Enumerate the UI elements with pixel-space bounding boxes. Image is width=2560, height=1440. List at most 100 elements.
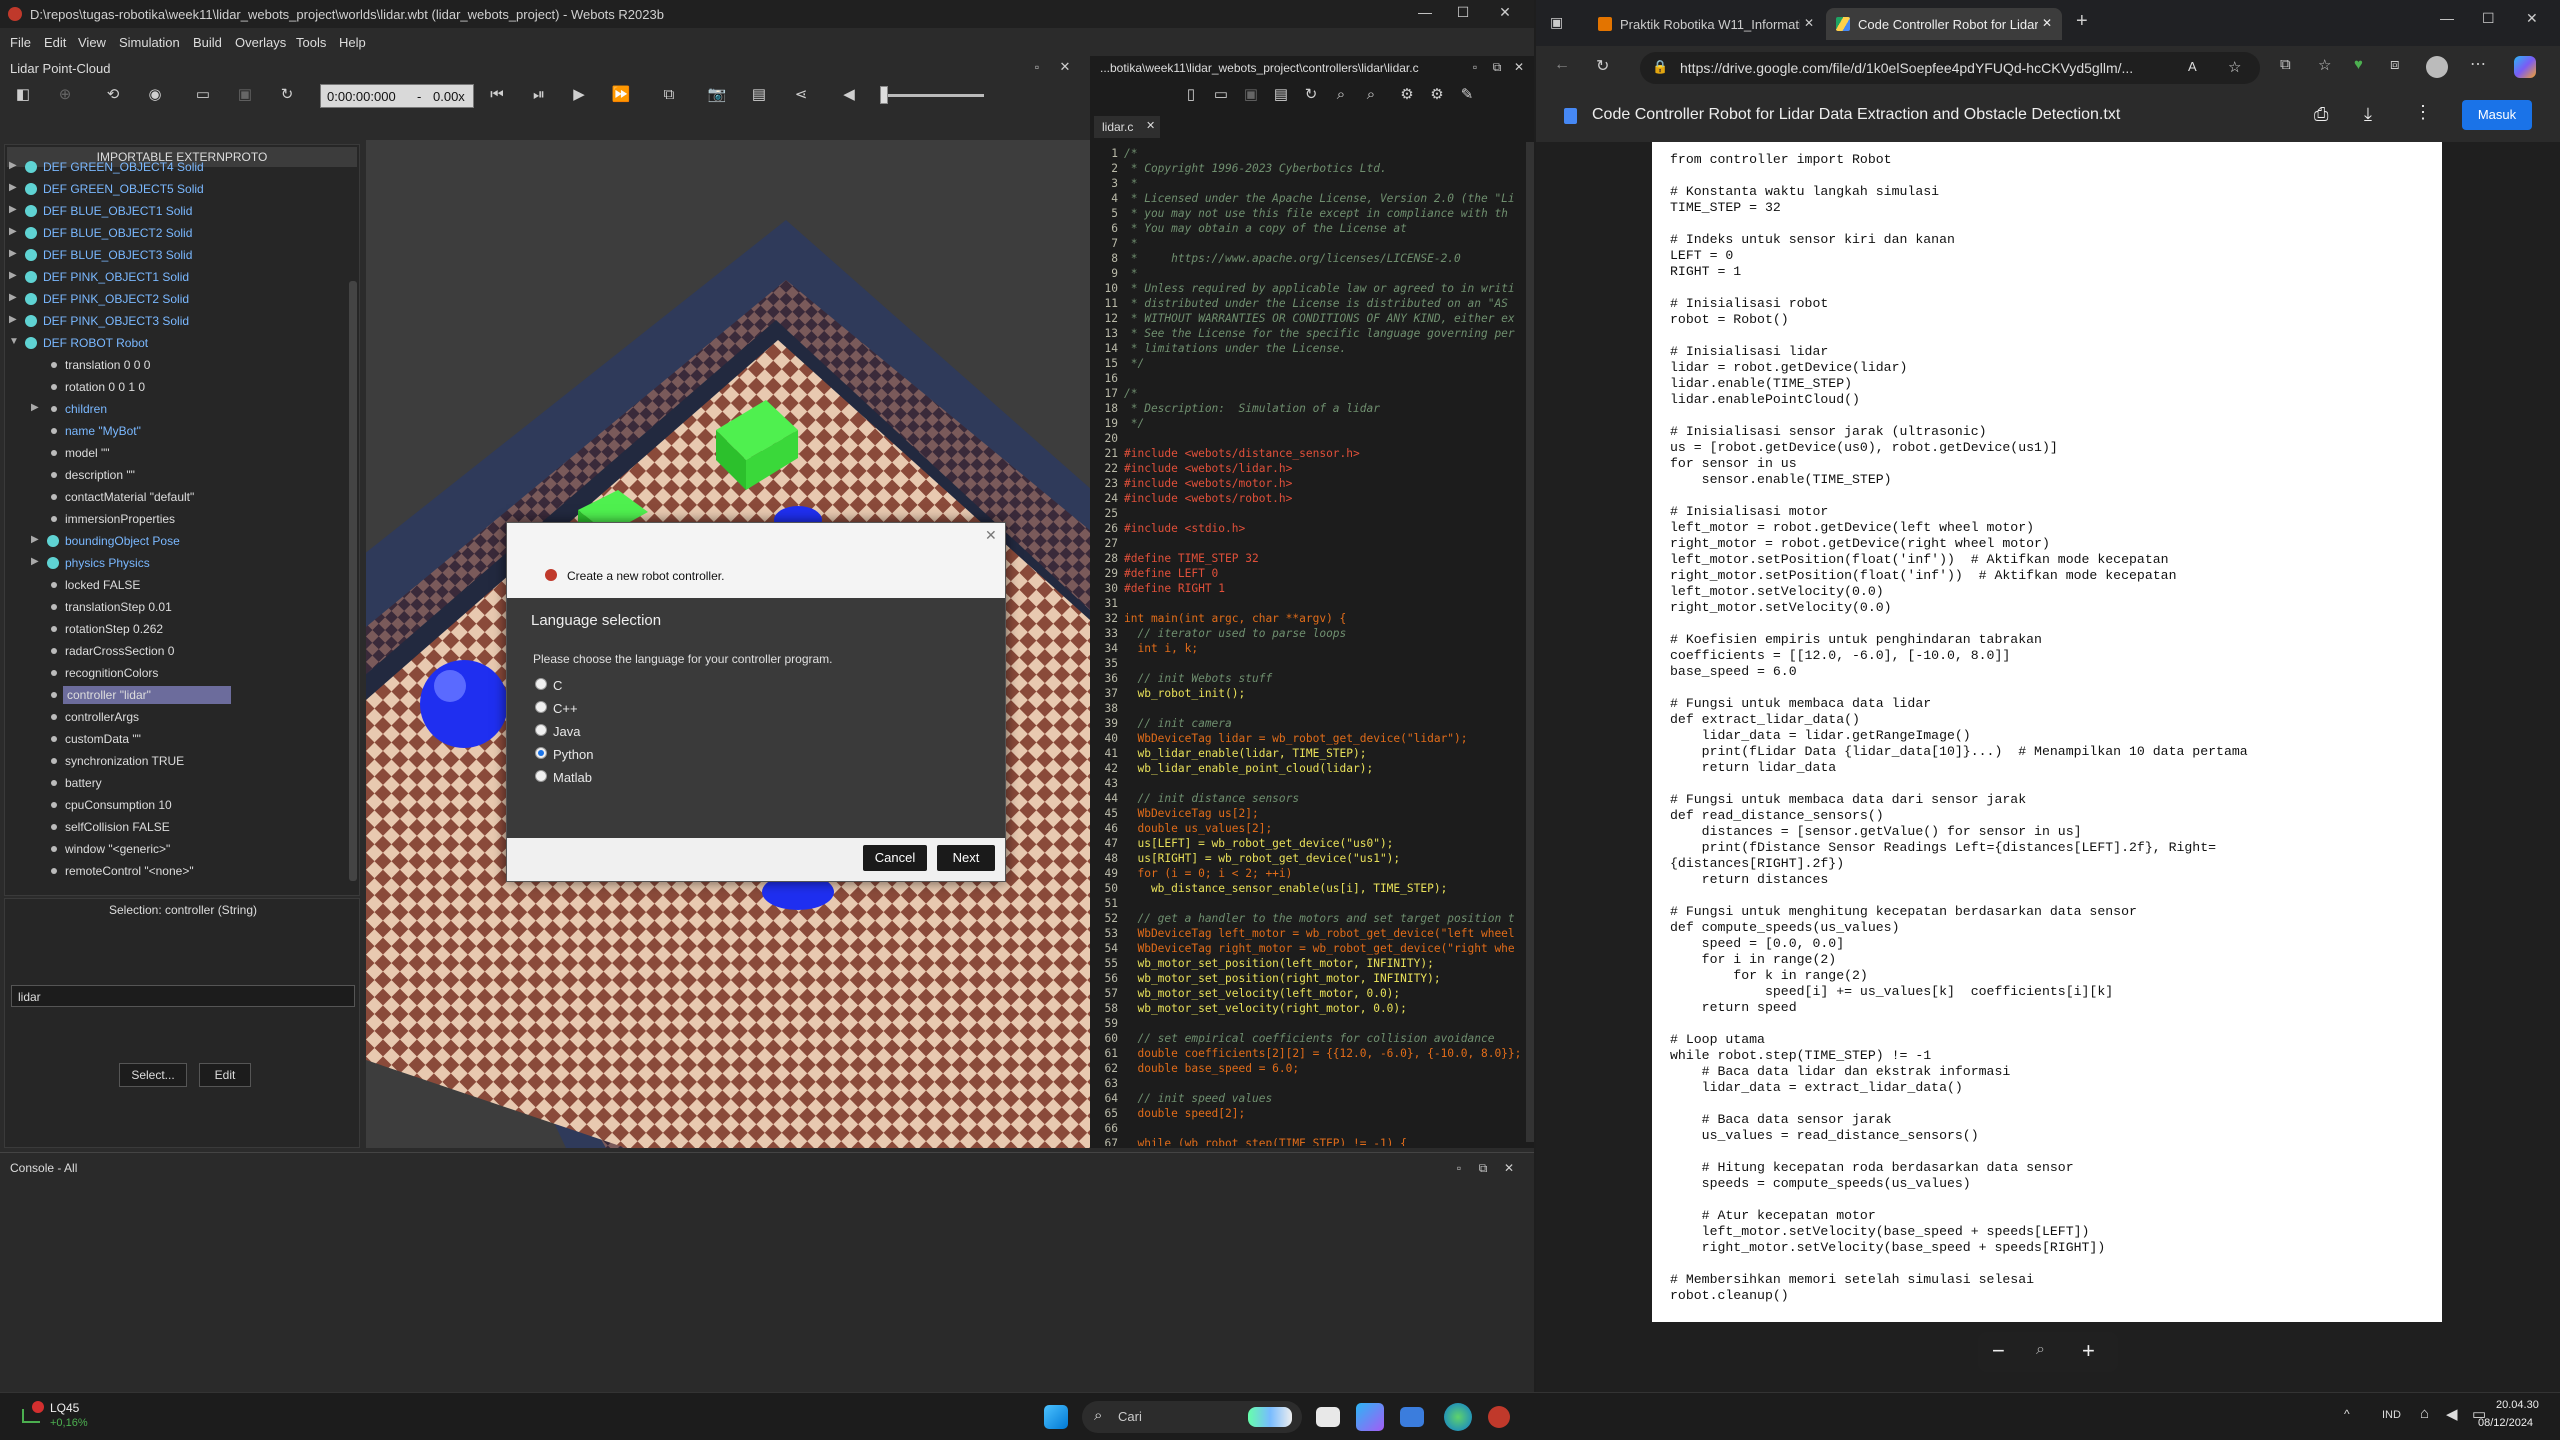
reload-world-icon[interactable]: ↻ <box>276 84 298 106</box>
collections-icon[interactable]: ⧈ <box>2390 56 2400 73</box>
tree-scrollbar[interactable] <box>349 281 357 881</box>
file-explorer-icon[interactable] <box>1316 1407 1340 1427</box>
dialog-close-icon[interactable]: ✕ <box>985 527 997 544</box>
menu-simulation[interactable]: Simulation <box>119 35 180 50</box>
sign-in-button[interactable]: Masuk <box>2462 100 2532 130</box>
code-view[interactable]: 1/* 2 * Copyright 1996-2023 Cyberbotics L… <box>1096 146 1532 1146</box>
back-icon[interactable]: ← <box>1554 56 1570 74</box>
panel-close-icon[interactable]: ✕ <box>1054 56 1076 78</box>
edge-icon[interactable] <box>1444 1403 1472 1431</box>
close-icon[interactable]: ✕ <box>1490 4 1520 24</box>
cancel-button[interactable]: Cancel <box>863 845 927 871</box>
expand-arrow-icon[interactable]: ▶ <box>9 160 21 171</box>
compile-icon[interactable]: ✎ <box>1456 84 1478 106</box>
step-icon[interactable]: ⏯ <box>528 84 550 106</box>
editor-tab-lidar-c[interactable]: lidar.c ✕ <box>1094 116 1160 138</box>
build-icon[interactable]: ⚙ <box>1396 84 1418 106</box>
new-tab-icon[interactable]: + <box>2076 10 2088 33</box>
print-icon[interactable]: ⎙ <box>2314 104 2328 125</box>
expand-arrow-icon[interactable]: ▶ <box>9 270 21 281</box>
minimize-icon[interactable]: — <box>1410 4 1440 24</box>
menu-help[interactable]: Help <box>339 35 366 50</box>
save-world-icon[interactable]: ▣ <box>234 84 256 106</box>
browser-minimize-icon[interactable]: — <box>2440 10 2454 26</box>
favorite-star-icon[interactable]: ☆ <box>2228 58 2241 76</box>
movie-icon[interactable]: ▤ <box>748 84 770 106</box>
select-button[interactable]: Select... <box>119 1063 187 1087</box>
radio-python[interactable] <box>535 747 547 759</box>
expand-arrow-icon[interactable]: ▶ <box>31 556 43 567</box>
favorites-icon[interactable]: ☆ <box>2318 56 2331 74</box>
next-button[interactable]: Next <box>937 845 995 871</box>
volume-slider[interactable] <box>880 86 984 104</box>
menu-build[interactable]: Build <box>193 35 222 50</box>
menu-edit[interactable]: Edit <box>44 35 66 50</box>
sound-icon[interactable]: ◀ <box>838 84 860 106</box>
read-aloud-icon[interactable]: A <box>2188 59 2197 74</box>
clock-date[interactable]: 08/12/2024 <box>2478 1417 2533 1429</box>
volume-icon[interactable]: ◀ <box>2446 1405 2458 1423</box>
expand-arrow-icon[interactable]: ▶ <box>9 204 21 215</box>
more-menu-icon[interactable]: ⋯ <box>2470 54 2486 74</box>
new-file-icon[interactable]: ▯ <box>1180 84 1202 106</box>
menu-overlays[interactable]: Overlays <box>235 35 286 50</box>
copilot-app-icon[interactable] <box>1356 1403 1384 1431</box>
tab-praktik-robotika[interactable]: Praktik Robotika W11_Information ✕ <box>1588 8 1824 40</box>
expand-arrow-icon[interactable]: ▶ <box>9 182 21 193</box>
collapse-arrow-icon[interactable]: ▼ <box>9 336 21 347</box>
tab2-close-icon[interactable]: ✕ <box>2042 16 2052 30</box>
console-float-icon[interactable]: ⧉ <box>1472 1157 1494 1179</box>
zoom-in-icon[interactable]: + <box>2082 1338 2095 1364</box>
browser-maximize-icon[interactable]: ☐ <box>2482 10 2495 27</box>
zoom-magnifier-icon[interactable]: ⌕ <box>2036 1341 2045 1359</box>
url-field[interactable]: 🔒 https://drive.google.com/file/d/1k0elS… <box>1640 52 2260 84</box>
eye-icon[interactable]: ◉ <box>144 84 166 106</box>
extensions-icon[interactable]: ⧉ <box>2280 56 2291 73</box>
maximize-icon[interactable]: ☐ <box>1448 4 1478 24</box>
toggle-scene-tree-icon[interactable]: ◧ <box>12 84 34 106</box>
edit-button[interactable]: Edit <box>199 1063 251 1087</box>
find-icon[interactable]: ⌕ <box>1330 84 1352 106</box>
radio-cpp[interactable] <box>535 701 547 713</box>
webots-taskbar-icon[interactable] <box>1488 1406 1510 1428</box>
expand-arrow-icon[interactable]: ▶ <box>31 402 43 413</box>
editor-float-icon[interactable]: ⧉ <box>1486 56 1508 78</box>
browser-close-icon[interactable]: ✕ <box>2526 10 2538 27</box>
network-icon[interactable]: ⌂ <box>2420 1405 2429 1422</box>
editor-close-icon[interactable]: ✕ <box>1508 56 1530 78</box>
render-toggle-icon[interactable]: ⧉ <box>658 84 680 106</box>
save-as-icon[interactable]: ▤ <box>1270 84 1292 106</box>
editor-pin-icon[interactable]: ▫ <box>1464 56 1486 78</box>
editor-tab-close-icon[interactable]: ✕ <box>1146 119 1155 132</box>
clock-time[interactable]: 20.04.30 <box>2496 1399 2539 1411</box>
share-icon[interactable]: ⋖ <box>790 84 812 106</box>
reset-view-icon[interactable]: ⟲ <box>102 84 124 106</box>
clean-icon[interactable]: ⚙ <box>1426 84 1448 106</box>
input-language[interactable]: IND <box>2382 1409 2401 1421</box>
controller-field-input[interactable]: lidar <box>11 985 355 1007</box>
console-output[interactable] <box>4 1181 1530 1387</box>
volume-slider-handle[interactable] <box>880 86 888 104</box>
radio-c[interactable] <box>535 678 547 690</box>
taskbar-search[interactable]: ⌕ Cari <box>1082 1401 1302 1433</box>
save-file-icon[interactable]: ▣ <box>1240 84 1262 106</box>
open-world-icon[interactable]: ▭ <box>192 84 214 106</box>
expand-arrow-icon[interactable]: ▶ <box>9 292 21 303</box>
profile-avatar[interactable] <box>2426 56 2448 78</box>
expand-arrow-icon[interactable]: ▶ <box>9 314 21 325</box>
radio-matlab[interactable] <box>535 770 547 782</box>
replace-icon[interactable]: ⌕ <box>1360 84 1382 106</box>
download-icon[interactable]: ⤓ <box>2364 104 2372 125</box>
expand-arrow-icon[interactable]: ▶ <box>9 248 21 259</box>
stock-widget[interactable]: LQ45 +0,16% <box>18 1399 138 1435</box>
tab1-close-icon[interactable]: ✕ <box>1804 16 1814 30</box>
document-page[interactable]: from controller import Robot # Konstanta … <box>1652 142 2442 1322</box>
revert-icon[interactable]: ↻ <box>1300 84 1322 106</box>
start-icon[interactable] <box>1044 1405 1068 1429</box>
more-options-icon[interactable]: ⋮ <box>2414 102 2432 123</box>
screenshot-icon[interactable]: 📷 <box>706 84 728 106</box>
pin-icon[interactable]: ▫ <box>1026 56 1048 78</box>
console-close-icon[interactable]: ✕ <box>1498 1157 1520 1179</box>
copilot-icon[interactable] <box>2514 56 2536 78</box>
tab-code-controller[interactable]: Code Controller Robot for Lidar Da ✕ <box>1826 8 2062 40</box>
